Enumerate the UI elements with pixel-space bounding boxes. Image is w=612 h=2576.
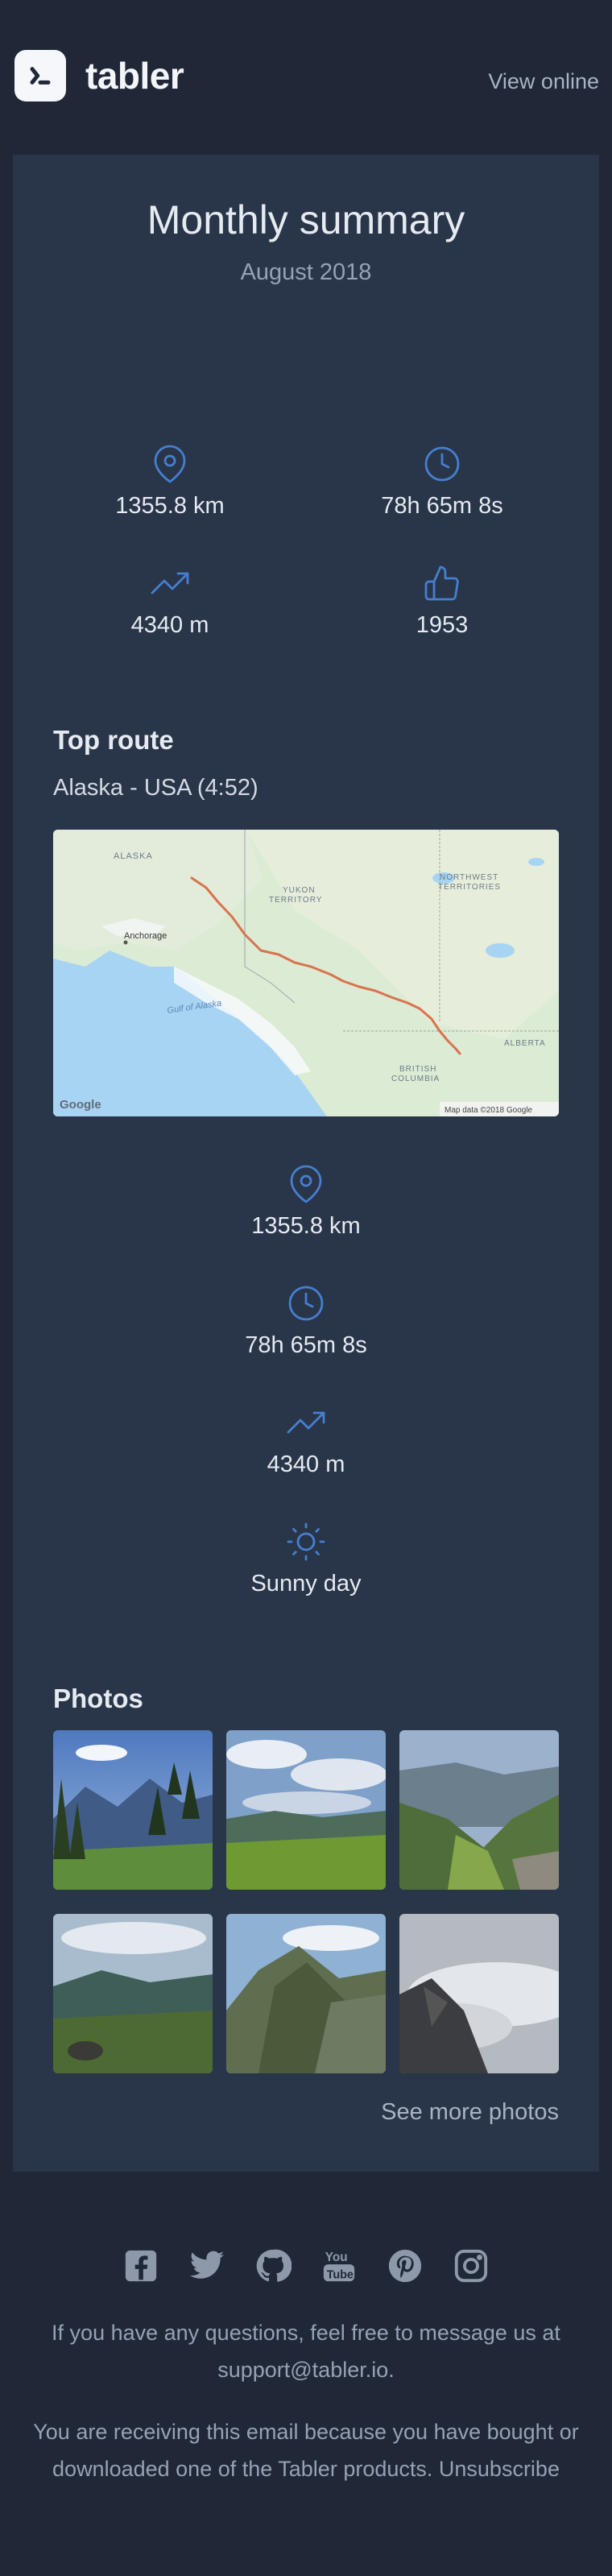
stat-time: 78h 65m 8s xyxy=(321,445,563,520)
route-name: Alaska - USA (4:52) xyxy=(53,775,258,801)
route-stat-weather: Sunny day xyxy=(185,1522,427,1597)
social-links: You Tube xyxy=(0,2247,612,2284)
clock-icon xyxy=(288,1286,324,1321)
youtube-icon[interactable]: You Tube xyxy=(320,2247,358,2284)
route-stat-time: 78h 65m 8s xyxy=(185,1284,427,1359)
email-header: tabler View online xyxy=(0,0,612,153)
sun-icon xyxy=(287,1522,325,1561)
stat-likes: 1953 xyxy=(321,564,563,639)
stat-distance-value: 1355.8 km xyxy=(115,493,225,519)
brand-logo[interactable]: tabler xyxy=(14,50,184,101)
trending-up-icon xyxy=(287,1411,325,1434)
svg-text:You: You xyxy=(325,2251,348,2264)
map-pin-icon xyxy=(154,445,186,483)
stat-distance: 1355.8 km xyxy=(49,445,291,520)
instagram-icon[interactable] xyxy=(453,2247,490,2284)
clock-icon xyxy=(424,446,460,482)
route-weather-value: Sunny day xyxy=(250,1571,362,1597)
stat-time-value: 78h 65m 8s xyxy=(381,493,503,519)
page-title: Monthly summary xyxy=(147,197,465,242)
map-label-anchorage: Anchorage xyxy=(124,931,167,941)
map-label-british: BRITISH xyxy=(399,1065,436,1074)
see-more-photos-link[interactable]: See more photos xyxy=(381,2099,559,2126)
thumbs-up-icon xyxy=(424,565,459,601)
route-stat-distance: 1355.8 km xyxy=(185,1165,427,1240)
route-time-value: 78h 65m 8s xyxy=(245,1332,367,1358)
route-stat-elevation: 4340 m xyxy=(185,1403,427,1478)
map-label-alaska: ALASKA xyxy=(114,851,153,861)
map-label-alberta: ALBERTA xyxy=(504,1039,546,1048)
map-label-territories: TERRITORIES xyxy=(438,883,501,892)
view-online-link[interactable]: View online xyxy=(488,69,599,94)
map-label-northwest: NORTHWEST xyxy=(440,873,498,882)
summary-card: Monthly summary August 2018 1355.8 km 78… xyxy=(13,155,599,2172)
photo-thumbnail[interactable] xyxy=(226,1914,386,2073)
tabler-logo-icon xyxy=(14,50,66,101)
footer-receiving: You are receiving this email because you… xyxy=(24,2413,588,2487)
facebook-icon[interactable] xyxy=(122,2247,159,2284)
stat-elevation-value: 4340 m xyxy=(130,612,209,638)
photo-thumbnail[interactable] xyxy=(226,1730,386,1890)
summary-period: August 2018 xyxy=(240,259,372,285)
photo-thumbnail[interactable] xyxy=(399,1914,559,2073)
photo-thumbnail[interactable] xyxy=(53,1914,213,2073)
brand-name: tabler xyxy=(85,55,184,97)
route-distance-value: 1355.8 km xyxy=(251,1213,361,1239)
footer-questions: If you have any questions, feel free to … xyxy=(24,2314,588,2388)
map-attribution: Map data ©2018 Google xyxy=(445,1106,533,1115)
support-email-link[interactable]: support@tabler.io. xyxy=(217,2358,395,2382)
unsubscribe-link[interactable]: Unsubscribe xyxy=(439,2457,560,2481)
route-elevation-value: 4340 m xyxy=(267,1452,345,1477)
trending-up-icon xyxy=(151,572,189,594)
footer-questions-text: If you have any questions, feel free to … xyxy=(52,2321,560,2345)
stat-elevation: 4340 m xyxy=(49,564,291,639)
stat-likes-value: 1953 xyxy=(416,612,469,638)
photos-heading: Photos xyxy=(53,1684,143,1713)
github-icon[interactable] xyxy=(254,2247,292,2284)
top-route-heading: Top route xyxy=(53,725,174,755)
svg-text:Tube: Tube xyxy=(327,2268,354,2281)
photo-thumbnail[interactable] xyxy=(399,1730,559,1890)
google-logo: Google xyxy=(60,1098,101,1112)
photo-thumbnail[interactable] xyxy=(53,1730,213,1890)
map-label-yukon: YUKON xyxy=(283,886,316,895)
map-pin-icon xyxy=(290,1165,322,1203)
route-map[interactable]: ALASKA YUKON TERRITORY NORTHWEST TERRITO… xyxy=(53,830,559,1116)
map-label-territory: TERRITORY xyxy=(269,896,322,905)
map-label-columbia: COLUMBIA xyxy=(391,1075,440,1083)
twitter-icon[interactable] xyxy=(188,2247,225,2284)
pinterest-icon[interactable] xyxy=(387,2247,424,2284)
